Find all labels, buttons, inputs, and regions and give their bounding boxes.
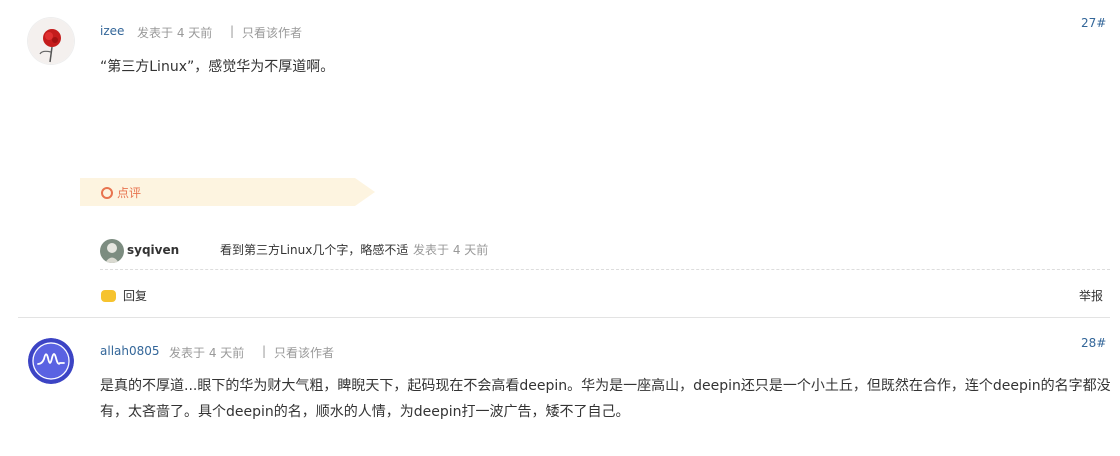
separator: | [262,344,267,358]
reply-button[interactable]: 回复 [101,287,147,304]
post-content: “第三方Linux”，感觉华为不厚道啊。 [100,59,335,75]
report-button[interactable]: 举报 [1079,287,1103,304]
author-name[interactable]: allah0805 [100,344,160,358]
comment-header-label: 点评 [117,186,142,200]
commenter-avatar-image [100,239,124,263]
post-content-line-1: 是真的不厚道...眼下的华为财大气粗，睥睨天下，起码现在不会高看deepin。华… [100,378,1111,394]
avatar-syqiven[interactable] [100,239,124,263]
avatar-allah0805[interactable] [28,338,74,384]
floor-number[interactable]: 28# [1081,336,1106,350]
comment-circle-icon [101,187,113,199]
commenter-name[interactable]: syqiven [127,243,179,257]
separator: | [230,24,235,38]
comment-text: 看到第三方Linux几个字，略感不适 [220,243,409,257]
rose-avatar-image [28,18,74,64]
comment-divider [100,269,1110,270]
author-name[interactable]: izee [100,24,124,38]
avatar-izee[interactable] [28,18,74,64]
reply-label: 回复 [123,289,148,303]
post-content-line-2: 有，太吝啬了。具个deepin的名，顺水的人情，为deepin打一波广告，矮不了… [100,404,630,420]
post-time: 发表于 4 天前 [169,346,245,360]
comment-time: 发表于 4 天前 [413,243,489,257]
comment-header: 点评 [80,178,375,206]
post-time: 发表于 4 天前 [137,26,213,40]
post-divider [18,317,1110,318]
only-author-link[interactable]: 只看该作者 [274,344,334,361]
sound-wave-avatar-image [28,338,74,384]
only-author-link[interactable]: 只看该作者 [242,24,302,41]
floor-number[interactable]: 27# [1081,16,1106,30]
reply-icon [101,289,116,302]
